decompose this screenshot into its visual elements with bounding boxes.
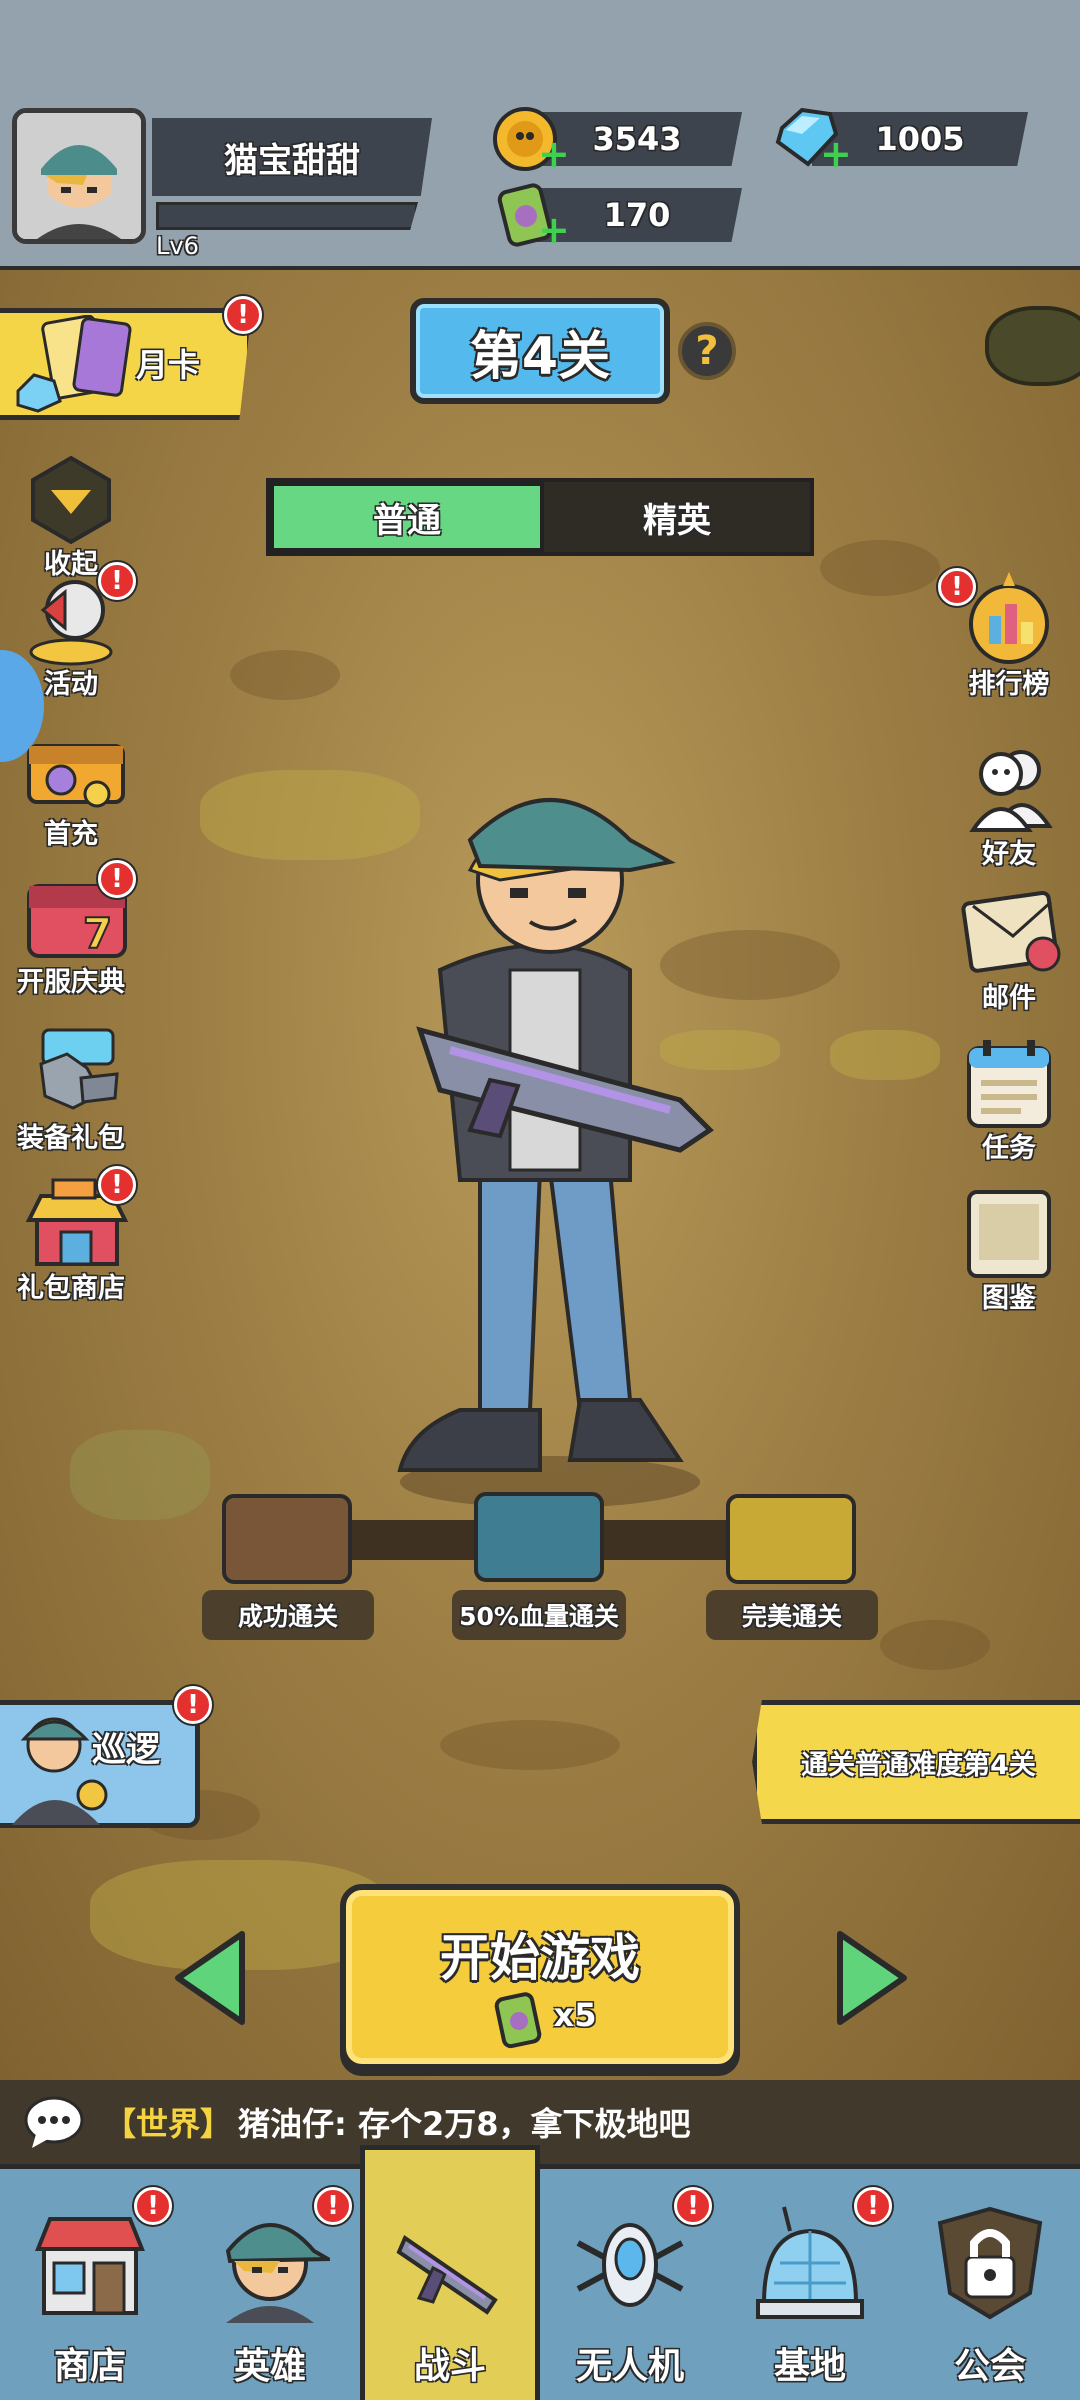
gift-shop-button[interactable]: 礼包商店 !	[6, 1166, 136, 1305]
nav-heroes[interactable]: 英雄 !	[180, 2169, 360, 2400]
event-alert-badge: !	[98, 562, 136, 600]
collapse-icon	[21, 450, 121, 550]
chest-perfect-label: 完美通关	[706, 1590, 878, 1640]
bottom-navigation: 商店 ! 英雄 ! 战斗 无人机 ! 基地 ! 公会	[0, 2145, 1080, 2400]
shop-icon	[30, 2203, 150, 2323]
stage-title-text: 第4关	[469, 326, 611, 387]
world-chat-bar[interactable]: 【世界】 猪油仔: 存个2万8，拿下极地吧	[0, 2080, 1080, 2164]
quest-objective-text: 通关普通难度第4关	[801, 1749, 1036, 1781]
chat-message: 猪油仔: 存个2万8，拿下极地吧	[238, 2105, 691, 2143]
monthly-card-button[interactable]	[0, 308, 252, 420]
tab-elite[interactable]: 精英	[544, 482, 810, 552]
difficulty-tabs: 普通 精英	[266, 478, 814, 556]
add-energy-button[interactable]: +	[538, 211, 570, 249]
nav-shop-label: 商店	[53, 2346, 126, 2387]
nav-shop-alert-badge: !	[134, 2187, 172, 2225]
leaderboard-alert-badge: !	[938, 568, 976, 606]
chest-perfect[interactable]	[726, 1494, 856, 1584]
nav-guild-label: 公会	[953, 2346, 1026, 2387]
next-stage-arrow[interactable]	[834, 1930, 910, 2030]
bush-decoration	[985, 306, 1080, 386]
equipment-pack-button[interactable]: 装备礼包	[6, 1024, 136, 1155]
player-level: Lv6	[156, 232, 199, 260]
chest-half-hp-label: 50%血量通关	[452, 1590, 626, 1640]
stage-help-button[interactable]: ?	[678, 322, 736, 380]
launch-celebration-button[interactable]: 7 开服庆典 !	[6, 860, 136, 999]
hero-portrait-icon	[210, 2203, 336, 2323]
tab-normal[interactable]: 普通	[270, 482, 544, 552]
first-recharge-button[interactable]: 首充	[6, 720, 136, 851]
treasure-chest-icon	[21, 720, 125, 820]
start-cost-label: x5	[553, 1996, 597, 2034]
nav-battle-label: 战斗	[413, 2346, 486, 2387]
gift-shop-alert-badge: !	[98, 1166, 136, 1204]
start-game-label: 开始游戏	[440, 1929, 640, 1987]
mail-icon	[959, 884, 1061, 984]
nav-shop[interactable]: 商店 !	[0, 2169, 180, 2400]
nav-heroes-label: 英雄	[233, 2346, 306, 2387]
friends-icon	[959, 740, 1059, 840]
nav-drone[interactable]: 无人机 !	[540, 2169, 720, 2400]
nav-guild[interactable]: 公会	[900, 2169, 1080, 2400]
launch-celebration-alert-badge: !	[98, 860, 136, 898]
nav-drone-alert-badge: !	[674, 2187, 712, 2225]
monthly-card-label: 月卡	[136, 346, 201, 384]
chest-success[interactable]	[222, 1494, 352, 1584]
nav-base-label: 基地	[773, 2346, 846, 2387]
chest-half-hp[interactable]	[474, 1492, 604, 1582]
codex-button[interactable]: 图鉴	[944, 1184, 1074, 1315]
tasks-calendar-icon	[959, 1034, 1059, 1134]
drone-icon	[570, 2203, 690, 2323]
svg-text:7: 7	[83, 909, 112, 958]
chest-success-label: 成功通关	[202, 1590, 374, 1640]
nav-base-alert-badge: !	[854, 2187, 892, 2225]
xp-bar	[156, 202, 418, 230]
player-avatar[interactable]	[12, 108, 146, 244]
nav-battle[interactable]: 战斗	[360, 2145, 540, 2400]
top-header: 猫宝甜甜 Lv6 3543 + 1005 + 170 +	[0, 0, 1080, 270]
base-dome-icon	[750, 2203, 870, 2323]
previous-stage-arrow[interactable]	[172, 1930, 248, 2030]
lock-icon	[930, 2203, 1050, 2323]
rifle-icon	[389, 2208, 509, 2328]
player-name: 猫宝甜甜	[152, 118, 432, 196]
mail-button[interactable]: 邮件	[944, 884, 1074, 1015]
codex-book-icon	[959, 1184, 1059, 1284]
add-coins-button[interactable]: +	[538, 135, 570, 173]
patrol-label: 巡逻	[92, 1730, 160, 1770]
friends-button[interactable]: 好友	[944, 740, 1074, 871]
nav-drone-label: 无人机	[575, 2346, 684, 2387]
chat-bubble-icon[interactable]	[22, 2094, 86, 2150]
hero-character[interactable]	[380, 770, 760, 1510]
tasks-button[interactable]: 任务	[944, 1034, 1074, 1165]
nav-base[interactable]: 基地 !	[720, 2169, 900, 2400]
leaderboard-button[interactable]: 排行榜 !	[938, 568, 1074, 701]
equipment-gift-icon	[21, 1024, 121, 1124]
stage-title: 第4关	[410, 298, 670, 404]
start-game-button[interactable]: 开始游戏 x5	[340, 1884, 740, 2070]
quest-objective-banner[interactable]: 通关普通难度第4关	[752, 1700, 1080, 1824]
add-gems-button[interactable]: +	[820, 135, 852, 173]
nav-heroes-alert-badge: !	[314, 2187, 352, 2225]
monthly-card-alert-badge: !	[224, 296, 262, 334]
chat-channel: 【世界】	[104, 2105, 233, 2143]
patrol-alert-badge: !	[174, 1686, 212, 1724]
